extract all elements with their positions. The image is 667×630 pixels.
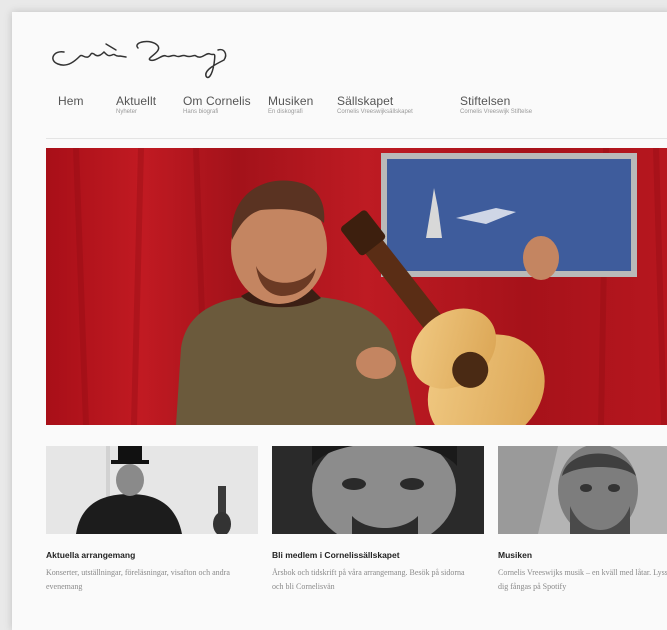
nav-sublabel: En diskografi <box>268 109 303 115</box>
card-membership[interactable]: Bli medlem i Cornelissällskapet Årsbok o… <box>272 446 484 594</box>
card-text: Konserter, utställningar, föreläsningar,… <box>46 568 230 591</box>
feature-cards: Aktuella arrangemang Konserter, utställn… <box>46 446 667 616</box>
guitarist-photo-icon <box>46 148 667 425</box>
hero-image[interactable] <box>46 148 667 425</box>
page: Hem Aktuellt Nyheter Om Cornelis Hans bi… <box>12 12 667 630</box>
nav-item-musiken[interactable]: Musiken En diskografi <box>268 94 313 115</box>
card-thumbnail[interactable] <box>46 446 258 534</box>
nav-label: Aktuellt <box>116 94 157 108</box>
card-title[interactable]: Aktuella arrangemang <box>46 550 258 560</box>
card-title[interactable]: Bli medlem i Cornelissällskapet <box>272 550 484 560</box>
nav-label: Musiken <box>268 94 314 108</box>
card-events[interactable]: Aktuella arrangemang Konserter, utställn… <box>46 446 258 594</box>
nav-item-hem[interactable]: Hem <box>58 94 84 109</box>
signature-logo-icon <box>52 40 227 79</box>
card-title[interactable]: Musiken <box>498 550 667 560</box>
nav-item-stiftelsen[interactable]: Stiftelsen Cornelis Vreeswijk Stiftelse <box>460 94 532 115</box>
nav-sublabel: Cornelis Vreeswijksällskapet <box>337 109 413 115</box>
card-thumbnail[interactable] <box>272 446 484 534</box>
card-thumbnail[interactable] <box>498 446 667 534</box>
bearded-man-photo-icon <box>498 446 667 534</box>
main-nav: Hem Aktuellt Nyheter Om Cornelis Hans bi… <box>58 94 667 134</box>
nav-sublabel: Hans biografi <box>183 109 219 115</box>
card-text: Cornelis Vreeswijks musik – en kväll med… <box>498 568 667 591</box>
card-music[interactable]: Musiken Cornelis Vreeswijks musik – en k… <box>498 446 667 594</box>
site-logo[interactable] <box>46 24 236 82</box>
nav-sublabel: Cornelis Vreeswijk Stiftelse <box>460 109 533 115</box>
nav-sublabel: Nyheter <box>116 109 138 115</box>
face-closeup-photo-icon <box>272 446 484 534</box>
nav-label: Sällskapet <box>337 94 394 108</box>
nav-item-om-cornelis[interactable]: Om Cornelis Hans biografi <box>183 94 251 115</box>
nav-item-aktuellt[interactable]: Aktuellt Nyheter <box>116 94 156 115</box>
man-in-hat-photo-icon <box>46 446 258 534</box>
card-text: Årsbok och tidskrift på våra arrangemang… <box>272 568 465 591</box>
nav-label: Stiftelsen <box>460 94 511 108</box>
nav-divider <box>46 138 667 139</box>
nav-label: Om Cornelis <box>183 94 251 108</box>
nav-label: Hem <box>58 94 84 108</box>
nav-item-sallskapet[interactable]: Sällskapet Cornelis Vreeswijksällskapet <box>337 94 413 115</box>
